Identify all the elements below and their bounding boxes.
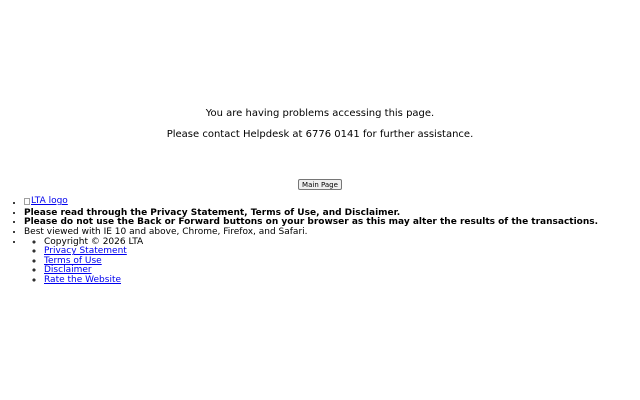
terms-of-use-link[interactable]: Terms of Use (44, 256, 102, 266)
footer-links-list: Copyright © 2026 LTA Privacy Statement T… (24, 237, 598, 286)
error-message: You are having problems accessing this p… (0, 108, 640, 141)
footer-link-item-rate: Rate the Website (44, 275, 598, 286)
lta-logo-alt-text: LTA logo (31, 196, 68, 206)
copyright-text: Copyright © 2026 LTA (44, 237, 598, 248)
footer-list: LTA logo Please read through the Privacy… (0, 196, 598, 286)
rate-website-link[interactable]: Rate the Website (44, 275, 121, 285)
footer-link-item-terms: Terms of Use (44, 256, 598, 267)
footer-link-item-disclaimer: Disclaimer (44, 266, 598, 276)
privacy-statement-link[interactable]: Privacy Statement (44, 246, 127, 256)
main-page-button-wrap: Main Page (0, 179, 640, 190)
main-page-button[interactable]: Main Page (298, 179, 342, 190)
broken-image-icon (24, 198, 30, 206)
error-line-access: You are having problems accessing this p… (205, 108, 435, 119)
disclaimer-link[interactable]: Disclaimer (44, 265, 92, 276)
lta-logo-link[interactable]: LTA logo (24, 196, 68, 207)
footer-link-item-privacy: Privacy Statement (44, 246, 598, 257)
footer-item-links: Copyright © 2026 LTA Privacy Statement T… (24, 237, 598, 286)
error-line-helpdesk: Please contact Helpdesk at 6776 0141 for… (166, 129, 474, 140)
